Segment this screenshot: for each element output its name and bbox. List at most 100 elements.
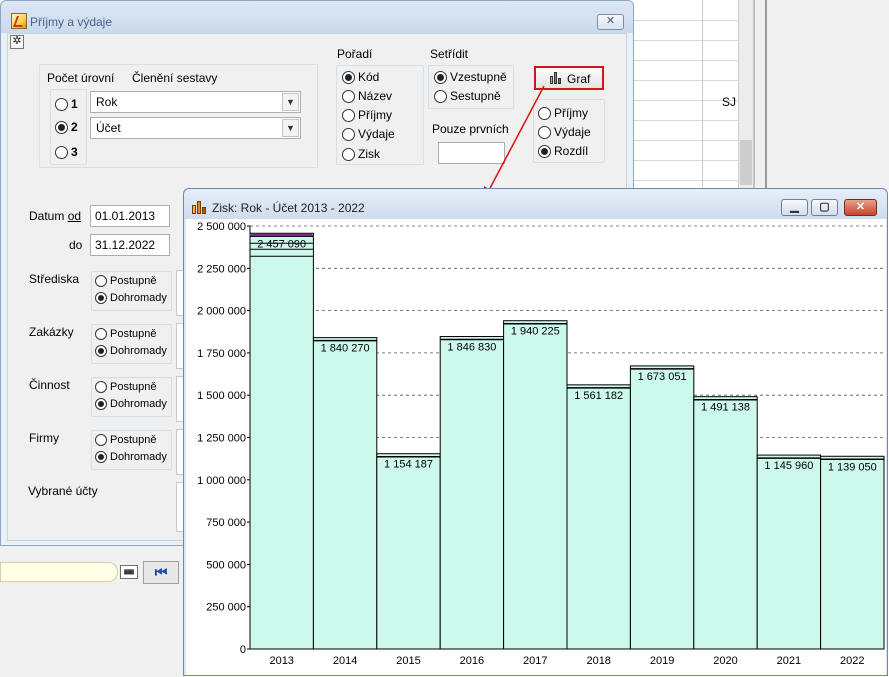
- order-option-profit: Zisk: [358, 147, 380, 161]
- sort-radio-ascending[interactable]: [434, 71, 447, 84]
- section-orders-progressive[interactable]: Postupně: [95, 328, 156, 341]
- radio[interactable]: [95, 328, 107, 341]
- levels-structure-header: Členění sestavy: [132, 71, 218, 85]
- bar-value-label: 1 940 225: [511, 326, 560, 338]
- level-1-radio[interactable]: [55, 98, 68, 111]
- minimize-icon: ▁: [790, 201, 799, 213]
- db-icon[interactable]: ▦▦: [120, 565, 138, 579]
- bar-2015: [376, 453, 441, 650]
- level-1-select[interactable]: Rok ▼: [90, 91, 301, 113]
- level-2-select-value: Účet: [96, 121, 121, 135]
- date-to-input[interactable]: 31.12.2022: [90, 234, 170, 256]
- radio[interactable]: [95, 398, 107, 411]
- y-tick-label: 250 000: [206, 602, 246, 614]
- level-2-select[interactable]: Účet ▼: [90, 117, 301, 139]
- bar-2021: [756, 454, 822, 650]
- first-record-icon: ⏮: [154, 564, 168, 580]
- close-icon: ✕: [855, 201, 866, 213]
- section-companies-progressive[interactable]: Postupně: [95, 434, 156, 447]
- minimize-button[interactable]: ▁: [781, 199, 808, 216]
- radio[interactable]: [95, 381, 107, 394]
- order-option-name: Název: [358, 89, 393, 103]
- chart-window-title: Zisk: Rok - Účet 2013 - 2022: [212, 201, 365, 215]
- filter-window-close-button[interactable]: ✕: [597, 14, 624, 30]
- y-tick-label: 0: [240, 644, 246, 656]
- x-tick-label: 2021: [777, 655, 801, 667]
- background-search-field[interactable]: [0, 562, 118, 582]
- level-2-radio[interactable]: [55, 121, 68, 134]
- chevron-down-icon[interactable]: ▼: [282, 119, 299, 137]
- bar-value-label: 1 145 960: [764, 460, 813, 472]
- gear-icon[interactable]: ✲: [10, 35, 24, 49]
- radio[interactable]: [95, 275, 107, 288]
- radio[interactable]: [95, 434, 107, 447]
- graph-button-label: Graf: [567, 72, 591, 86]
- section-label-activity: Činnost: [29, 378, 70, 392]
- chevron-down-icon[interactable]: ▼: [282, 93, 299, 111]
- section-centers-progressive[interactable]: Postupně: [95, 275, 156, 288]
- x-tick-label: 2022: [840, 655, 864, 667]
- level-3-label: 3: [71, 145, 78, 159]
- order-option-income: Příjmy: [358, 108, 392, 122]
- radio[interactable]: [95, 451, 107, 464]
- bar-value-label: 1 154 187: [384, 459, 433, 471]
- bar-2018: [566, 384, 631, 650]
- bar-value-label: 1 139 050: [828, 461, 877, 473]
- maximize-button[interactable]: ▢: [811, 199, 838, 216]
- profit-bar-chart: 0 250 000 500 000 750 000 1 000 000 1 250 000…: [197, 221, 885, 667]
- y-tick-label: 500 000: [206, 559, 246, 571]
- bar-value-label: 1 840 270: [321, 343, 370, 355]
- selected-accounts-label: Vybrané účty: [28, 484, 98, 498]
- order-radio-expenses[interactable]: [342, 128, 355, 141]
- bar-value-label: 1 846 830: [447, 342, 496, 354]
- app-icon: [11, 13, 27, 29]
- y-tick-label: 1 750 000: [197, 348, 246, 360]
- radio[interactable]: [95, 292, 107, 305]
- y-tick-label: 1 000 000: [197, 475, 246, 487]
- x-tick-label: 2013: [269, 655, 293, 667]
- y-tick-label: 750 000: [206, 517, 246, 529]
- x-tick-label: 2014: [333, 655, 357, 667]
- bar-2019: [629, 365, 695, 650]
- chart-window-titlebar[interactable]: Zisk: Rok - Účet 2013 - 2022 ▁ ▢ ✕: [184, 189, 887, 219]
- nav-first-button[interactable]: ⏮: [143, 561, 179, 584]
- y-tick-label: 1 250 000: [197, 433, 246, 445]
- order-radio-name[interactable]: [342, 90, 355, 103]
- section-label-orders: Zakázky: [29, 325, 74, 339]
- chart-plot-area: 0 250 000 500 000 750 000 1 000 000 1 250 000…: [186, 219, 886, 675]
- section-centers-total[interactable]: Dohromady: [95, 292, 167, 305]
- bar-accent: [251, 233, 313, 237]
- bar-2017: [503, 320, 568, 650]
- sort-radio-descending[interactable]: [434, 90, 447, 103]
- order-radio-income[interactable]: [342, 109, 355, 122]
- radio[interactable]: [95, 345, 107, 358]
- bar-value-label: 1 561 182: [574, 390, 623, 402]
- filter-window-titlebar[interactable]: Příjmy a výdaje ✕: [1, 1, 633, 33]
- level-1-label: 1: [71, 97, 78, 111]
- chart-close-button[interactable]: ✕: [844, 199, 877, 216]
- order-option-expenses: Výdaje: [358, 127, 395, 141]
- y-tick-label: 1 500 000: [197, 390, 246, 402]
- section-orders-total[interactable]: Dohromady: [95, 345, 167, 358]
- sort-label: Setřídit: [430, 47, 469, 61]
- background-panel: [754, 0, 889, 190]
- section-companies-total[interactable]: Dohromady: [95, 451, 167, 464]
- background-grid-cell: SJ: [722, 95, 737, 109]
- date-from-label: Datum od: [29, 209, 82, 223]
- levels-count-header: Počet úrovní: [47, 71, 115, 85]
- background-scrollbar[interactable]: [738, 0, 753, 190]
- maximize-icon: ▢: [819, 201, 830, 213]
- order-label: Pořadí: [337, 47, 373, 61]
- order-radio-profit[interactable]: [342, 148, 355, 161]
- bar-value-label: 1 491 138: [701, 402, 750, 414]
- x-tick-label: 2018: [586, 655, 610, 667]
- order-radio-code[interactable]: [342, 71, 355, 84]
- section-label-companies: Firmy: [29, 431, 59, 445]
- section-activity-total[interactable]: Dohromady: [95, 398, 167, 411]
- y-tick-label: 2 500 000: [197, 221, 246, 233]
- x-tick-label: 2015: [396, 655, 420, 667]
- x-tick-label: 2017: [523, 655, 547, 667]
- level-3-radio[interactable]: [55, 146, 68, 159]
- section-activity-progressive[interactable]: Postupně: [95, 381, 156, 394]
- date-from-input[interactable]: 01.01.2013: [90, 205, 170, 227]
